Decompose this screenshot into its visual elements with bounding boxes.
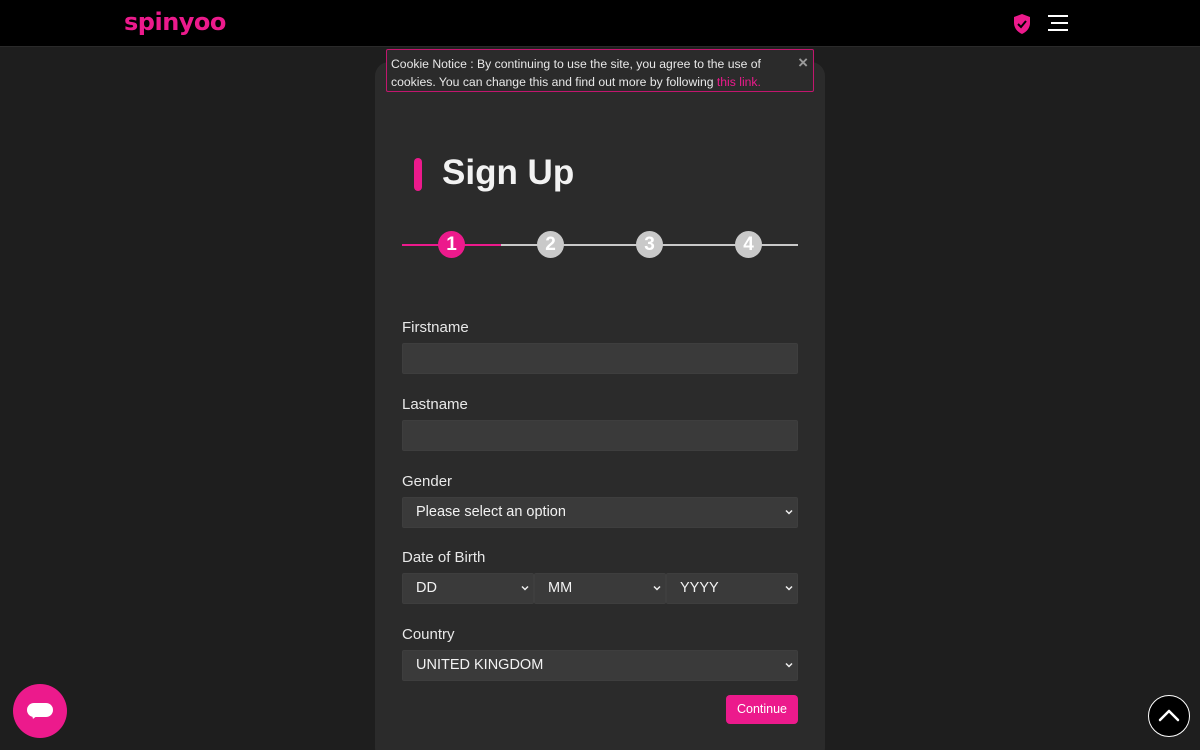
lastname-label: Lastname: [402, 396, 468, 413]
chevron-up-icon: [1158, 709, 1179, 721]
gender-select-value: Please select an option: [416, 504, 566, 520]
gender-label: Gender: [402, 473, 453, 490]
dob-month-value: MM: [548, 580, 573, 596]
scroll-to-top-button[interactable]: [1148, 695, 1190, 737]
step-3: 3: [636, 231, 663, 258]
title-accent-bar: [414, 158, 422, 191]
continue-button[interactable]: Continue: [726, 695, 798, 724]
chat-button[interactable]: [13, 684, 67, 738]
chevron-down-icon: [785, 509, 793, 515]
dob-day-value: DD: [416, 580, 437, 596]
step-4: 4: [735, 231, 762, 258]
top-navigation-bar: spinyoo: [0, 0, 1200, 47]
spinyoo-logo[interactable]: spinyoo: [124, 8, 226, 36]
chevron-down-icon: [785, 585, 793, 591]
firstname-field[interactable]: [402, 343, 798, 374]
chevron-down-icon: [785, 662, 793, 668]
close-icon[interactable]: ×: [798, 54, 808, 72]
firstname-label: Firstname: [402, 319, 469, 336]
chevron-down-icon: [653, 585, 661, 591]
step-1: 1: [438, 231, 465, 258]
shield-check-icon[interactable]: [1013, 14, 1031, 34]
cookie-policy-link[interactable]: this link.: [717, 75, 761, 89]
cookie-notice: Cookie Notice : By continuing to use the…: [386, 49, 814, 92]
country-label: Country: [402, 626, 455, 643]
dob-month-select[interactable]: MM: [534, 573, 666, 604]
dob-year-select[interactable]: YYYY: [666, 573, 798, 604]
step-2: 2: [537, 231, 564, 258]
country-select[interactable]: UNITED KINGDOM: [402, 650, 798, 681]
hamburger-menu-icon[interactable]: [1048, 14, 1069, 32]
country-select-value: UNITED KINGDOM: [416, 657, 544, 673]
lastname-field[interactable]: [402, 420, 798, 451]
gender-select[interactable]: Please select an option: [402, 497, 798, 528]
dob-day-select[interactable]: DD: [402, 573, 534, 604]
dob-year-value: YYYY: [680, 580, 719, 596]
chevron-down-icon: [521, 585, 529, 591]
dob-label: Date of Birth: [402, 549, 486, 566]
cookie-notice-text: Cookie Notice : By continuing to use the…: [391, 57, 761, 89]
chat-icon-tail: [29, 711, 39, 721]
page-title: Sign Up: [442, 153, 575, 192]
